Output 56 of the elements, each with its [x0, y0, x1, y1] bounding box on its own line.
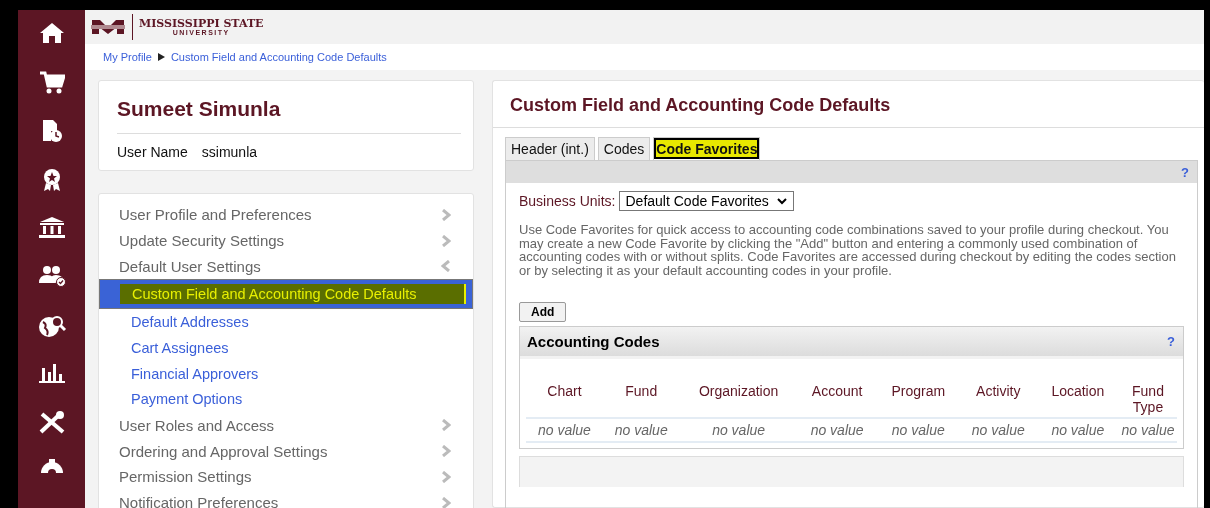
section-title: Accounting Codes: [527, 332, 660, 350]
nav-group-item[interactable]: User Roles and Access: [119, 416, 275, 434]
document-clock-icon[interactable]: [40, 119, 63, 144]
nav-sub-item[interactable]: Financial Approvers: [99, 360, 473, 387]
user-name-value: ssimunla: [201, 144, 258, 160]
table-cell: no value: [526, 417, 603, 442]
column-header: Account: [797, 380, 877, 418]
user-name-label: User Name: [117, 144, 188, 160]
home-icon[interactable]: [38, 22, 65, 44]
business-units-label: Business Units:: [519, 193, 616, 209]
panel-title: Custom Field and Accounting Code Defaults: [493, 81, 1204, 128]
table-cell: no value: [959, 417, 1037, 442]
business-units-dropdown[interactable]: Default Code Favorites: [619, 191, 794, 211]
tools-icon[interactable]: [37, 410, 66, 435]
nav-sub-item[interactable]: Cart Assignees: [99, 335, 473, 361]
column-header: Location: [1036, 380, 1119, 418]
help-link[interactable]: ?: [1167, 333, 1175, 349]
logo-icon: [90, 18, 126, 36]
nav-group-item[interactable]: Ordering and Approval Settings: [119, 442, 328, 460]
caret-icon: [776, 197, 787, 205]
nav-group-item[interactable]: User Profile and Preferences: [119, 206, 312, 224]
column-header: Chart: [526, 380, 603, 418]
nav-sub-item[interactable]: Custom Field and Accounting Code Defaults: [99, 279, 473, 310]
nav-group-item[interactable]: Notification Preferences: [119, 494, 279, 508]
people-icon[interactable]: [36, 264, 67, 287]
breadcrumb-arrow-icon: [157, 53, 165, 61]
cart-icon[interactable]: [38, 70, 65, 95]
help-link[interactable]: ?: [1181, 164, 1189, 180]
bank-icon[interactable]: [37, 216, 66, 239]
profile-name: Sumeet Simunla: [117, 93, 461, 134]
description-text: Use Code Favorites for quick access to accounting code combinations saved to your profile during checkout. You may create a new Code Favorite by clicking the "Add" button and entering a commonly used combination of accounting codes with or without splits. Code Favorites are accessed during checkout by editing the codes section or by selecting it as your default accounting codes in your profile.: [519, 223, 1177, 278]
table-cell: no value: [1036, 417, 1119, 442]
nav-group-item[interactable]: Default User Settings: [119, 258, 261, 275]
table-cell: no value: [797, 417, 877, 442]
nav-sub-item[interactable]: Payment Options: [99, 386, 473, 413]
column-header: Activity: [959, 380, 1037, 418]
nav-group-item[interactable]: Update Security Settings: [119, 232, 285, 250]
breadcrumb-link[interactable]: My Profile: [103, 51, 152, 63]
add-button[interactable]: Add: [519, 301, 567, 322]
logo-name: MISSISSIPPI STATE: [139, 18, 264, 29]
bar-chart-icon[interactable]: [37, 362, 66, 385]
tab[interactable]: Codes: [597, 137, 651, 160]
table-cell: no value: [679, 417, 798, 442]
column-header: Program: [876, 380, 960, 418]
column-header: Fund Type: [1119, 380, 1177, 418]
table-cell: no value: [876, 417, 960, 442]
column-header: Organization: [679, 380, 798, 418]
breadcrumb-link[interactable]: Custom Field and Accounting Code Defaults: [170, 51, 387, 63]
tab[interactable]: Code Favorites: [653, 137, 761, 160]
table-cell: no value: [602, 417, 680, 442]
column-header: Fund: [602, 380, 680, 418]
globe-search-icon[interactable]: [36, 313, 67, 338]
table-cell: no value: [1119, 417, 1177, 442]
tab[interactable]: Header (int.): [505, 137, 595, 160]
nav-group-item[interactable]: Permission Settings: [119, 468, 252, 486]
nav-sub-item[interactable]: Default Addresses: [99, 309, 473, 335]
